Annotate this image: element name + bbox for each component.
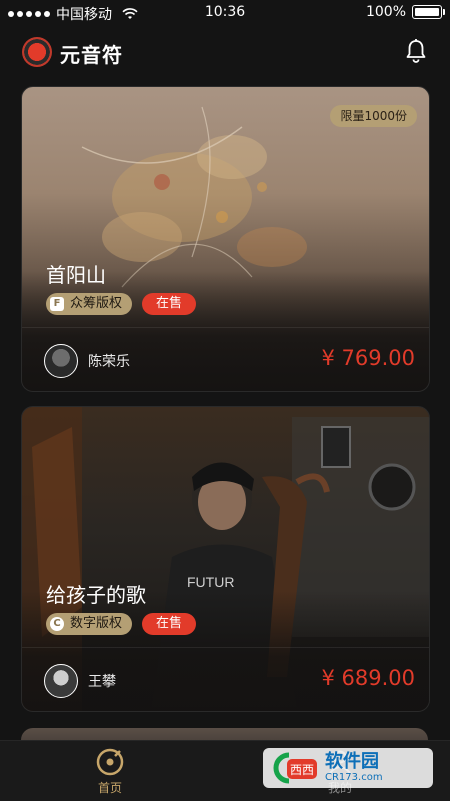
price: ¥ 689.00 (321, 666, 415, 690)
battery-icon (412, 5, 445, 19)
rights-type-badge: F 众筹版权 (46, 293, 133, 315)
artist-name: 王攀 (88, 674, 116, 690)
vinyl-record-logo-icon (22, 37, 52, 67)
watermark-main: 软件园 (325, 751, 379, 772)
home-disc-icon (96, 748, 124, 776)
song-title: 首阳山 (46, 263, 106, 287)
watermark-logo-icon: 西西 (273, 752, 317, 784)
limited-edition-badge: 限量1000份 (330, 105, 417, 127)
rights-type-label: 众筹版权 (70, 296, 123, 311)
battery-group: 100% (365, 4, 445, 20)
tab-home-label: 首页 (97, 781, 122, 795)
card-tags: F 众筹版权 在售 (46, 293, 197, 315)
artist-avatar[interactable] (44, 344, 78, 378)
music-card-2[interactable]: FUTUR 给孩子的歌 C 数字版权 在售 王攀 ¥ 689.00 (21, 406, 430, 712)
song-title: 给孩子的歌 (46, 583, 146, 607)
watermark-text: 软件园 CR173.com (325, 752, 383, 784)
tab-home[interactable]: 首页 (50, 741, 170, 801)
app-header: 元音符 (0, 30, 450, 74)
watermark-sub: CR173.com (325, 772, 383, 783)
card-shade (22, 591, 429, 711)
card-shade (22, 271, 429, 391)
app-name: 元音符 (60, 43, 123, 67)
price: ¥ 769.00 (321, 346, 415, 370)
artist-name: 陈荣乐 (88, 354, 130, 370)
card-divider (22, 327, 429, 328)
svg-text:西西: 西西 (290, 763, 314, 777)
bell-icon[interactable] (404, 38, 428, 64)
card-divider (22, 647, 429, 648)
card-tags: C 数字版权 在售 (46, 613, 197, 635)
artist-avatar[interactable] (44, 664, 78, 698)
rights-type-badge: C 数字版权 (46, 613, 133, 635)
music-card-1[interactable]: 限量1000份 首阳山 F 众筹版权 在售 陈荣乐 ¥ 769.00 (21, 86, 430, 392)
site-watermark: 西西 软件园 CR173.com (263, 748, 433, 788)
crowdfunding-icon: F (50, 297, 64, 311)
copyright-icon: C (50, 617, 64, 631)
status-bar: 中国移动 10:36 100% (0, 0, 450, 26)
sale-status-badge: 在售 (142, 613, 197, 635)
battery-percent: 100% (365, 4, 406, 20)
rights-type-label: 数字版权 (70, 616, 123, 631)
svg-text:FUTUR: FUTUR (187, 574, 234, 590)
sale-status-badge: 在售 (142, 293, 197, 315)
